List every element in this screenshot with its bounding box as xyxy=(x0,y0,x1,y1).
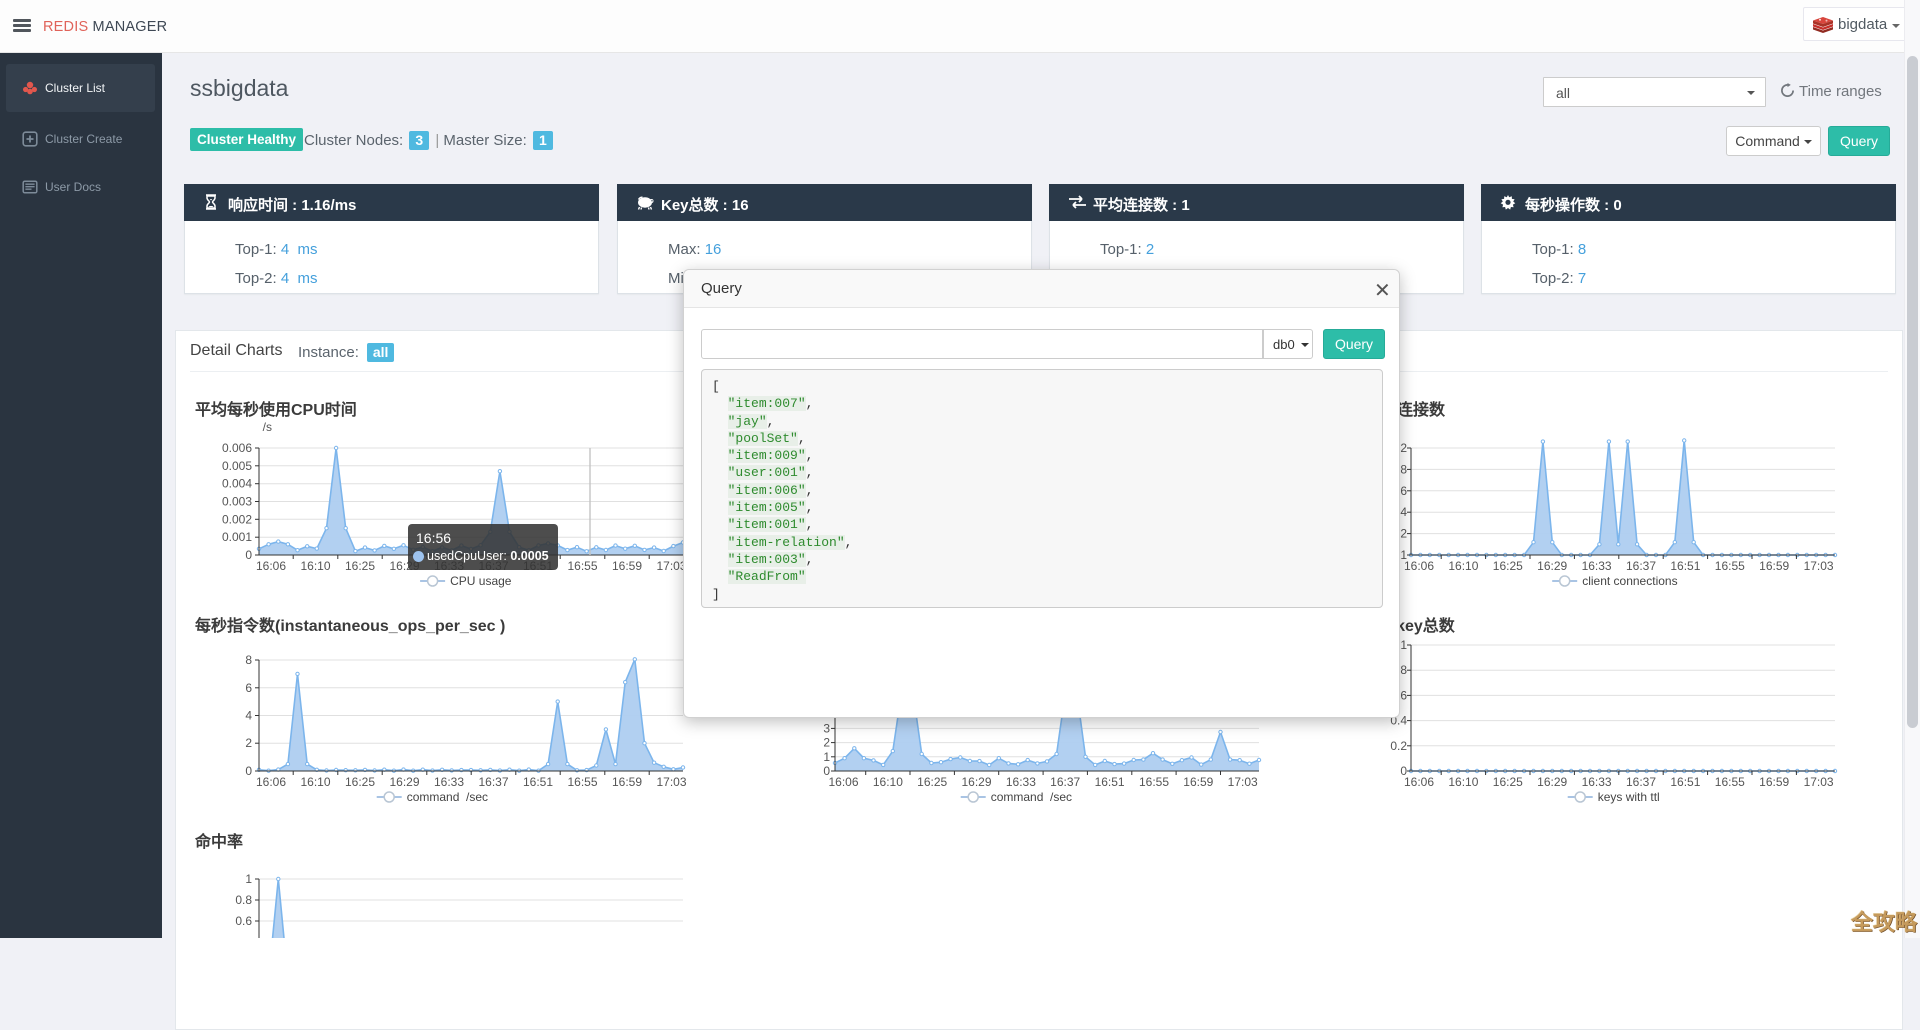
svg-text:16:59: 16:59 xyxy=(612,775,642,789)
svg-text:16:59: 16:59 xyxy=(1183,775,1213,789)
svg-text:16:59: 16:59 xyxy=(612,559,642,573)
svg-text:16:33: 16:33 xyxy=(1582,775,1612,789)
svg-text:17:03: 17:03 xyxy=(1804,559,1834,573)
svg-text:8: 8 xyxy=(245,653,252,667)
svg-text:1: 1 xyxy=(823,750,830,764)
svg-text:16:37: 16:37 xyxy=(478,775,508,789)
svg-text:command /sec: command /sec xyxy=(407,790,488,804)
svg-text:CPU usage: CPU usage xyxy=(450,574,512,588)
svg-text:0.001: 0.001 xyxy=(222,530,252,544)
svg-text:16:37: 16:37 xyxy=(1050,775,1080,789)
svg-text:16:10: 16:10 xyxy=(300,775,330,789)
svg-text:0: 0 xyxy=(245,548,252,562)
svg-text:17:03: 17:03 xyxy=(1804,775,1834,789)
svg-text:16:33: 16:33 xyxy=(434,775,464,789)
svg-text:16:25: 16:25 xyxy=(917,775,947,789)
svg-text:16:10: 16:10 xyxy=(300,559,330,573)
svg-text:17:03: 17:03 xyxy=(656,775,686,789)
svg-text:0.004: 0.004 xyxy=(222,477,252,491)
svg-text:0.8: 0.8 xyxy=(235,893,252,907)
svg-text:16:59: 16:59 xyxy=(1759,775,1789,789)
svg-text:command /sec: command /sec xyxy=(991,790,1072,804)
svg-text:2: 2 xyxy=(823,736,830,750)
svg-text:6: 6 xyxy=(245,681,252,695)
svg-text:16:51: 16:51 xyxy=(1095,775,1125,789)
svg-text:1: 1 xyxy=(245,872,252,886)
svg-text:16:55: 16:55 xyxy=(1715,775,1745,789)
svg-text:16:25: 16:25 xyxy=(1493,559,1523,573)
svg-text:16:29: 16:29 xyxy=(1537,559,1567,573)
svg-text:16:55: 16:55 xyxy=(567,559,597,573)
svg-text:0.2: 0.2 xyxy=(1390,739,1407,753)
svg-text:16:59: 16:59 xyxy=(1759,559,1789,573)
svg-text:16:06: 16:06 xyxy=(1404,559,1434,573)
svg-text:0.003: 0.003 xyxy=(222,495,252,509)
svg-text:16:29: 16:29 xyxy=(389,775,419,789)
svg-text:17:03: 17:03 xyxy=(1228,775,1258,789)
svg-text:16:25: 16:25 xyxy=(345,559,375,573)
svg-text:16:29: 16:29 xyxy=(1537,775,1567,789)
svg-text:16:10: 16:10 xyxy=(1448,775,1478,789)
svg-text:16:29: 16:29 xyxy=(961,775,991,789)
svg-text:16:33: 16:33 xyxy=(1582,559,1612,573)
svg-text:2: 2 xyxy=(1400,441,1407,455)
svg-text:16:55: 16:55 xyxy=(567,775,597,789)
svg-text:0.002: 0.002 xyxy=(222,512,252,526)
svg-text:16:10: 16:10 xyxy=(1448,559,1478,573)
svg-text:16:51: 16:51 xyxy=(1670,775,1700,789)
svg-text:client connections: client connections xyxy=(1582,574,1677,588)
svg-text:16:51: 16:51 xyxy=(1670,559,1700,573)
svg-text:1: 1 xyxy=(1400,638,1407,652)
svg-text:/s: /s xyxy=(263,420,272,434)
svg-text:16:25: 16:25 xyxy=(345,775,375,789)
svg-text:16:55: 16:55 xyxy=(1715,559,1745,573)
svg-text:0.005: 0.005 xyxy=(222,459,252,473)
svg-text:16:37: 16:37 xyxy=(1626,775,1656,789)
svg-text:0.006: 0.006 xyxy=(222,441,252,455)
svg-text:16:06: 16:06 xyxy=(256,775,286,789)
svg-text:16:25: 16:25 xyxy=(1493,775,1523,789)
svg-text:2: 2 xyxy=(245,736,252,750)
svg-text:16:06: 16:06 xyxy=(828,775,858,789)
svg-text:3: 3 xyxy=(823,721,830,735)
svg-text:16:37: 16:37 xyxy=(1626,559,1656,573)
svg-text:0.6: 0.6 xyxy=(235,914,252,928)
svg-text:16:33: 16:33 xyxy=(1006,775,1036,789)
svg-text:16:06: 16:06 xyxy=(1404,775,1434,789)
svg-text:0: 0 xyxy=(245,764,252,778)
svg-text:16:06: 16:06 xyxy=(256,559,286,573)
svg-text:16:10: 16:10 xyxy=(873,775,903,789)
svg-text:keys with ttl: keys with ttl xyxy=(1598,790,1660,804)
svg-text:16:55: 16:55 xyxy=(1139,775,1169,789)
svg-text:4: 4 xyxy=(245,709,252,723)
svg-text:16:51: 16:51 xyxy=(523,775,553,789)
